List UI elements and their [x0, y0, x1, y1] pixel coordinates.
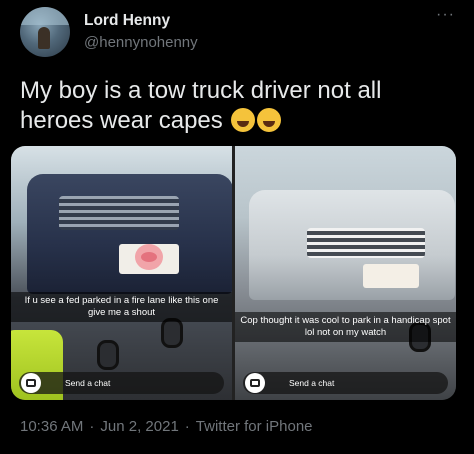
avatar-person [38, 27, 50, 49]
camera-icon[interactable] [21, 373, 41, 393]
media-photo-left[interactable]: If u see a fed parked in a fire lane lik… [11, 146, 232, 400]
snap-caption-left: If u see a fed parked in a fire lane lik… [11, 292, 232, 322]
seat-hook [97, 340, 119, 370]
sedan-grille [307, 228, 425, 258]
avatar[interactable] [20, 7, 70, 57]
plate [363, 264, 419, 288]
avatar-sky [20, 7, 70, 25]
tweet-time[interactable]: 10:36 AM [20, 418, 83, 435]
display-name[interactable]: Lord Henny [84, 12, 170, 30]
seat-hook [161, 318, 183, 348]
send-chat-label: Send a chat [65, 378, 111, 388]
suv-grille [59, 196, 179, 230]
tweet-date[interactable]: Jun 2, 2021 [100, 418, 178, 435]
rolling-on-floor-laughing-icon [257, 108, 282, 132]
snap-caption-right: Cop thought it was cool to park in a han… [235, 312, 456, 342]
tweet-source[interactable]: Twitter for iPhone [196, 418, 313, 435]
send-chat-bar[interactable]: Send a chat [19, 372, 224, 394]
send-chat-bar[interactable]: Send a chat [243, 372, 448, 394]
tweet-header: Lord Henny @hennynohenny ··· [0, 0, 474, 70]
pig-sticker-icon [135, 244, 163, 270]
tweet-metadata: 10:36 AM · Jun 2, 2021 · Twitter for iPhone [20, 418, 313, 435]
suv-image [27, 174, 232, 294]
user-handle[interactable]: @hennynohenny [84, 34, 198, 51]
send-chat-label: Send a chat [289, 378, 335, 388]
media-grid[interactable]: If u see a fed parked in a fire lane lik… [11, 146, 456, 400]
more-options-icon[interactable]: ··· [436, 7, 458, 24]
rolling-on-floor-laughing-icon [231, 108, 256, 132]
separator: · [184, 418, 190, 435]
camera-icon[interactable] [245, 373, 265, 393]
tweet-text: My boy is a tow truck driver not all her… [20, 76, 460, 136]
separator: · [89, 418, 95, 435]
tweet-body: My boy is a tow truck driver not all her… [20, 77, 382, 134]
media-photo-right[interactable]: Cop thought it was cool to park in a han… [235, 146, 456, 400]
